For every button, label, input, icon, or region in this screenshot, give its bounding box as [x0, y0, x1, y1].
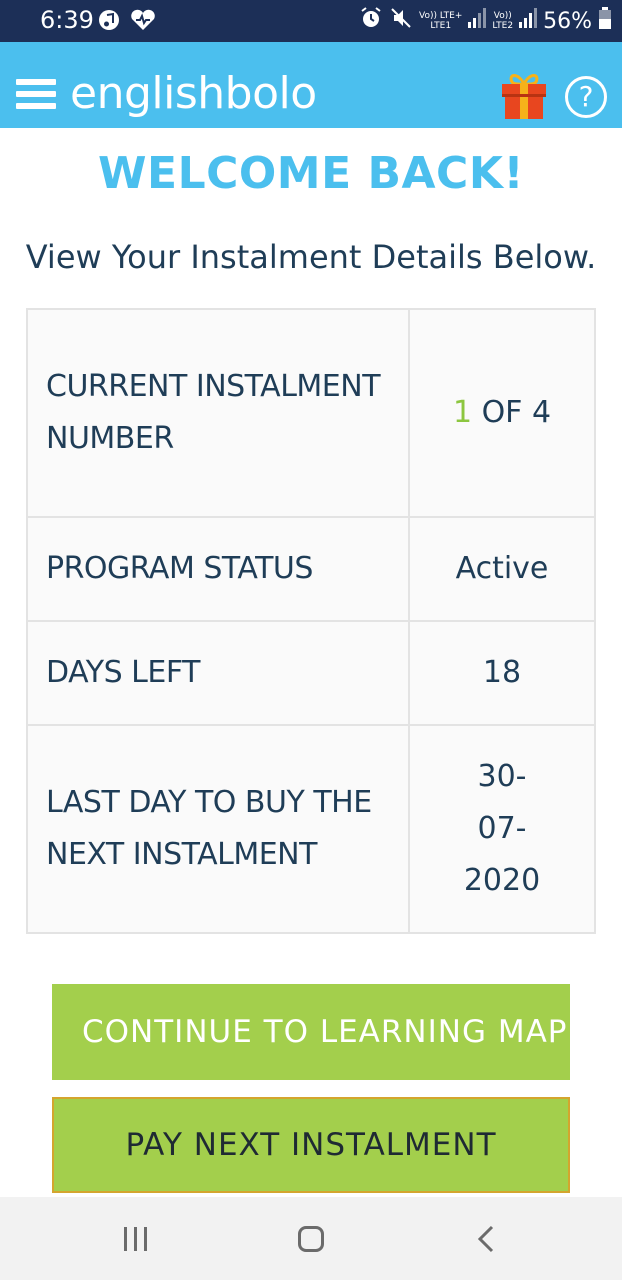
page-subtitle: View Your Instalment Details Below. — [25, 238, 597, 276]
system-nav-bar — [0, 1197, 622, 1280]
help-icon[interactable]: ? — [565, 76, 607, 118]
sim2-label: LTE2 — [492, 21, 514, 31]
current-instalment-number: 1 — [452, 395, 473, 430]
status-bar: 6:39 Vo)) LTE+ LTE1 Vo)) LTE2 56% — [0, 0, 622, 42]
pay-next-instalment-button[interactable]: PAY NEXT INSTALMENT — [52, 1097, 570, 1193]
signal2-icon — [519, 8, 538, 34]
welcome-heading: WELCOME BACK! — [97, 148, 525, 199]
signal1-icon — [468, 8, 487, 34]
gift-icon[interactable] — [500, 70, 548, 120]
sim1-network-type: Vo)) LTE+ — [419, 11, 463, 21]
table-row: LAST DAY TO BUY THE NEXT INSTALMENT 30-0… — [26, 724, 596, 934]
last-day-label: LAST DAY TO BUY THE NEXT INSTALMENT — [26, 724, 410, 934]
table-row: DAYS LEFT 18 — [26, 620, 596, 726]
status-indicators: Vo)) LTE+ LTE1 Vo)) LTE2 56% — [359, 6, 612, 36]
days-left-value: 18 — [408, 620, 596, 726]
sim1-network: Vo)) LTE+ LTE1 — [419, 11, 462, 31]
recent-apps-icon[interactable] — [124, 1227, 150, 1251]
home-icon[interactable] — [298, 1226, 324, 1252]
table-row: PROGRAM STATUS Active — [26, 516, 596, 622]
current-instalment-label: CURRENT INSTALMENT NUMBER — [26, 308, 410, 518]
app-header: englishbolo ? — [0, 42, 622, 128]
battery-percent: 56% — [543, 8, 592, 34]
music-icon — [98, 9, 120, 35]
program-status-label: PROGRAM STATUS — [26, 516, 410, 622]
last-day-value: 30-07-2020 — [408, 724, 596, 934]
current-instalment-value: 1 OF 4 — [408, 308, 596, 518]
continue-learning-button[interactable]: CONTINUE TO LEARNING MAP — [52, 984, 570, 1080]
status-time: 6:39 — [40, 6, 94, 34]
days-left-label: DAYS LEFT — [26, 620, 410, 726]
program-status-value: Active — [408, 516, 596, 622]
sim1-label: LTE1 — [430, 21, 452, 31]
health-icon — [130, 9, 156, 35]
sim2-network: Vo)) LTE2 — [492, 11, 513, 31]
table-row: CURRENT INSTALMENT NUMBER 1 OF 4 — [26, 308, 596, 518]
menu-icon[interactable] — [16, 79, 56, 115]
alarm-icon — [359, 6, 383, 36]
instalment-details-table: CURRENT INSTALMENT NUMBER 1 OF 4 PROGRAM… — [26, 308, 596, 934]
total-instalments: OF 4 — [472, 395, 552, 430]
sim2-network-type: Vo)) — [493, 11, 512, 21]
brand-logo[interactable]: englishbolo — [70, 68, 317, 119]
battery-icon — [598, 7, 612, 35]
back-icon[interactable] — [476, 1223, 496, 1255]
mute-icon — [389, 6, 413, 36]
